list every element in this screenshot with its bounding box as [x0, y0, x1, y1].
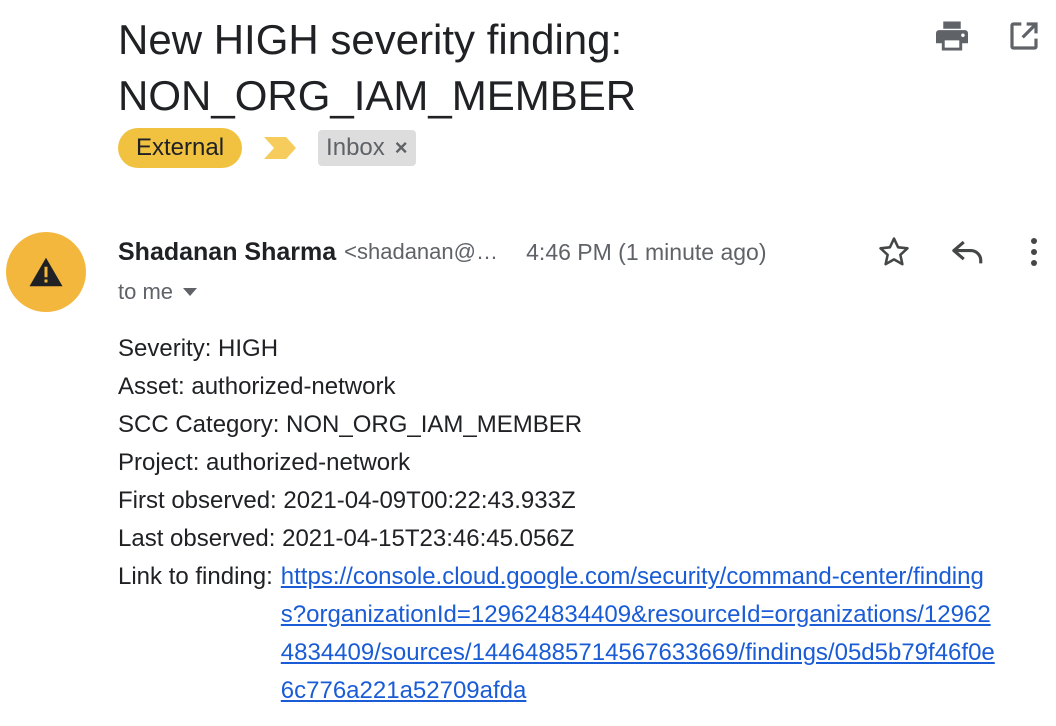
project-line: Project: authorized-network: [118, 449, 411, 476]
reply-icon: [952, 240, 983, 264]
email-body: Severity: HIGH Asset: authorized-network…: [118, 330, 1018, 710]
recipient-details-toggle[interactable]: to me: [118, 276, 198, 308]
sender-email: <shadanan@…: [344, 239, 498, 264]
reply-button[interactable]: [950, 234, 986, 270]
open-in-new-window-button[interactable]: [1006, 18, 1042, 54]
severity-line: Severity: HIGH: [118, 335, 279, 362]
more-options-button[interactable]: [1024, 234, 1044, 270]
email-subject: New HIGH severity finding: NON_ORG_IAM_M…: [118, 16, 637, 119]
more-vertical-icon: [1031, 238, 1037, 266]
inbox-label-text: Inbox: [326, 134, 385, 161]
last-observed-line: Last observed: 2021-04-15T23:46:45.056Z: [118, 525, 575, 552]
email-labels: External Inbox ×: [118, 128, 416, 168]
remove-label-button[interactable]: ×: [395, 130, 408, 166]
importance-marker-icon[interactable]: [262, 135, 298, 161]
first-observed-line: First observed: 2021-04-09T00:22:43.933Z: [118, 487, 576, 514]
open-in-new-window-icon: [1010, 22, 1038, 50]
print-button[interactable]: [934, 18, 970, 54]
finding-link-line: Link to finding: https://console.cloud.g…: [118, 558, 1018, 710]
email-view: New HIGH severity finding: NON_ORG_IAM_M…: [0, 0, 1056, 726]
header-actions: [934, 18, 1042, 54]
star-icon: [879, 237, 909, 266]
category-line: SCC Category: NON_ORG_IAM_MEMBER: [118, 411, 583, 438]
external-label[interactable]: External: [118, 128, 243, 168]
finding-link[interactable]: https://console.cloud.google.com/securit…: [281, 558, 1001, 710]
dropdown-arrow-icon: [183, 288, 198, 296]
star-button[interactable]: [876, 234, 912, 270]
avatar[interactable]: [6, 232, 86, 312]
print-icon: [936, 21, 968, 51]
sender-info: Shadanan Sharma <shadanan@… 4:46 PM (1 m…: [118, 234, 766, 270]
asset-line: Asset: authorized-network: [118, 373, 396, 400]
inbox-label: Inbox ×: [318, 130, 416, 166]
sender-name[interactable]: Shadanan Sharma: [118, 238, 336, 267]
timestamp: 4:46 PM (1 minute ago): [526, 238, 767, 265]
recipient-text: to me: [118, 279, 174, 304]
warning-icon: [29, 257, 63, 287]
finding-link-label: Link to finding:: [118, 563, 273, 590]
message-actions: [876, 234, 1044, 270]
